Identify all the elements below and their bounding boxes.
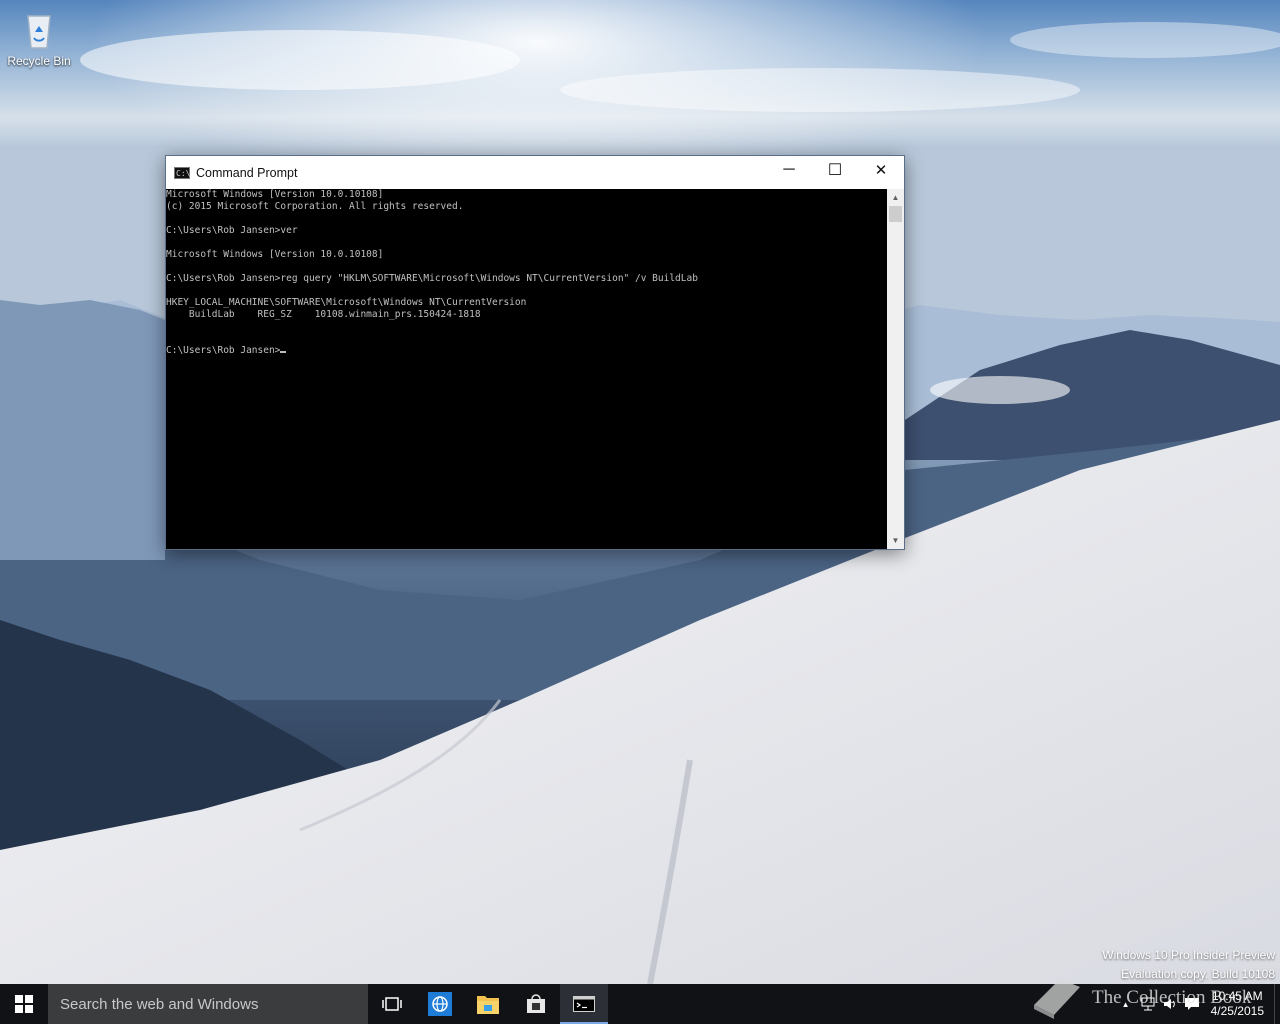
- console-line: C:\Users\Rob Jansen>ver: [166, 225, 298, 236]
- console-line: Microsoft Windows [Version 10.0.10108]: [166, 189, 384, 200]
- windows-logo-icon: [15, 995, 33, 1013]
- close-button[interactable]: ✕: [858, 156, 904, 184]
- console-line: Microsoft Windows [Version 10.0.10108]: [166, 249, 384, 260]
- taskbar-app-store[interactable]: [512, 984, 560, 1024]
- command-prompt-window[interactable]: C:\ Command Prompt ─ ☐ ✕ Microsoft Windo…: [165, 155, 905, 550]
- scroll-down-arrow[interactable]: ▼: [887, 532, 904, 549]
- desktop-icon-label: Recycle Bin: [7, 54, 71, 68]
- text-cursor: [280, 351, 287, 353]
- task-view-icon: [382, 997, 402, 1011]
- maximize-button[interactable]: ☐: [812, 156, 858, 184]
- taskbar-app-edge[interactable]: [416, 984, 464, 1024]
- folder-icon: [477, 996, 499, 1014]
- console-line: BuildLab REG_SZ 10108.winmain_prs.150424…: [166, 309, 481, 320]
- console-line: HKEY_LOCAL_MACHINE\SOFTWARE\Microsoft\Wi…: [166, 297, 527, 308]
- task-view-button[interactable]: [368, 984, 416, 1024]
- taskbar-app-file-explorer[interactable]: [464, 984, 512, 1024]
- web-browser-icon: [428, 992, 452, 1016]
- scroll-up-arrow[interactable]: ▲: [887, 189, 904, 206]
- vertical-scrollbar[interactable]: ▲ ▼: [887, 189, 904, 549]
- taskbar-app-command-prompt[interactable]: [560, 984, 608, 1024]
- desktop-icon-recycle-bin[interactable]: Recycle Bin: [4, 10, 74, 68]
- console-prompt-line: C:\Users\Rob Jansen>: [166, 345, 887, 357]
- start-button[interactable]: [0, 984, 48, 1024]
- search-box[interactable]: Search the web and Windows: [48, 984, 368, 1024]
- command-prompt-icon: C:\: [174, 166, 191, 179]
- command-prompt-icon: [573, 996, 595, 1012]
- window-controls: ─ ☐ ✕: [766, 156, 904, 184]
- console-prompt: C:\Users\Rob Jansen>: [166, 345, 281, 356]
- site-watermark: The Collection Book: [1030, 975, 1270, 1019]
- console-line: C:\Users\Rob Jansen>reg query "HKLM\SOFT…: [166, 273, 698, 284]
- book-icon: [1034, 979, 1080, 1019]
- console-output[interactable]: Microsoft Windows [Version 10.0.10108] (c…: [166, 189, 887, 549]
- window-titlebar[interactable]: C:\ Command Prompt ─ ☐ ✕: [166, 156, 904, 189]
- store-icon: [527, 994, 545, 1013]
- console-line: (c) 2015 Microsoft Corporation. All righ…: [166, 201, 464, 212]
- scroll-thumb[interactable]: [889, 206, 902, 222]
- recycle-bin-icon: [22, 10, 56, 50]
- show-desktop-button[interactable]: [1274, 984, 1280, 1024]
- watermark-line-1: Windows 10 Pro Insider Preview: [1102, 948, 1275, 962]
- window-title: Command Prompt: [196, 165, 298, 180]
- site-watermark-text: The Collection Book: [1092, 987, 1252, 1008]
- minimize-button[interactable]: ─: [766, 156, 812, 184]
